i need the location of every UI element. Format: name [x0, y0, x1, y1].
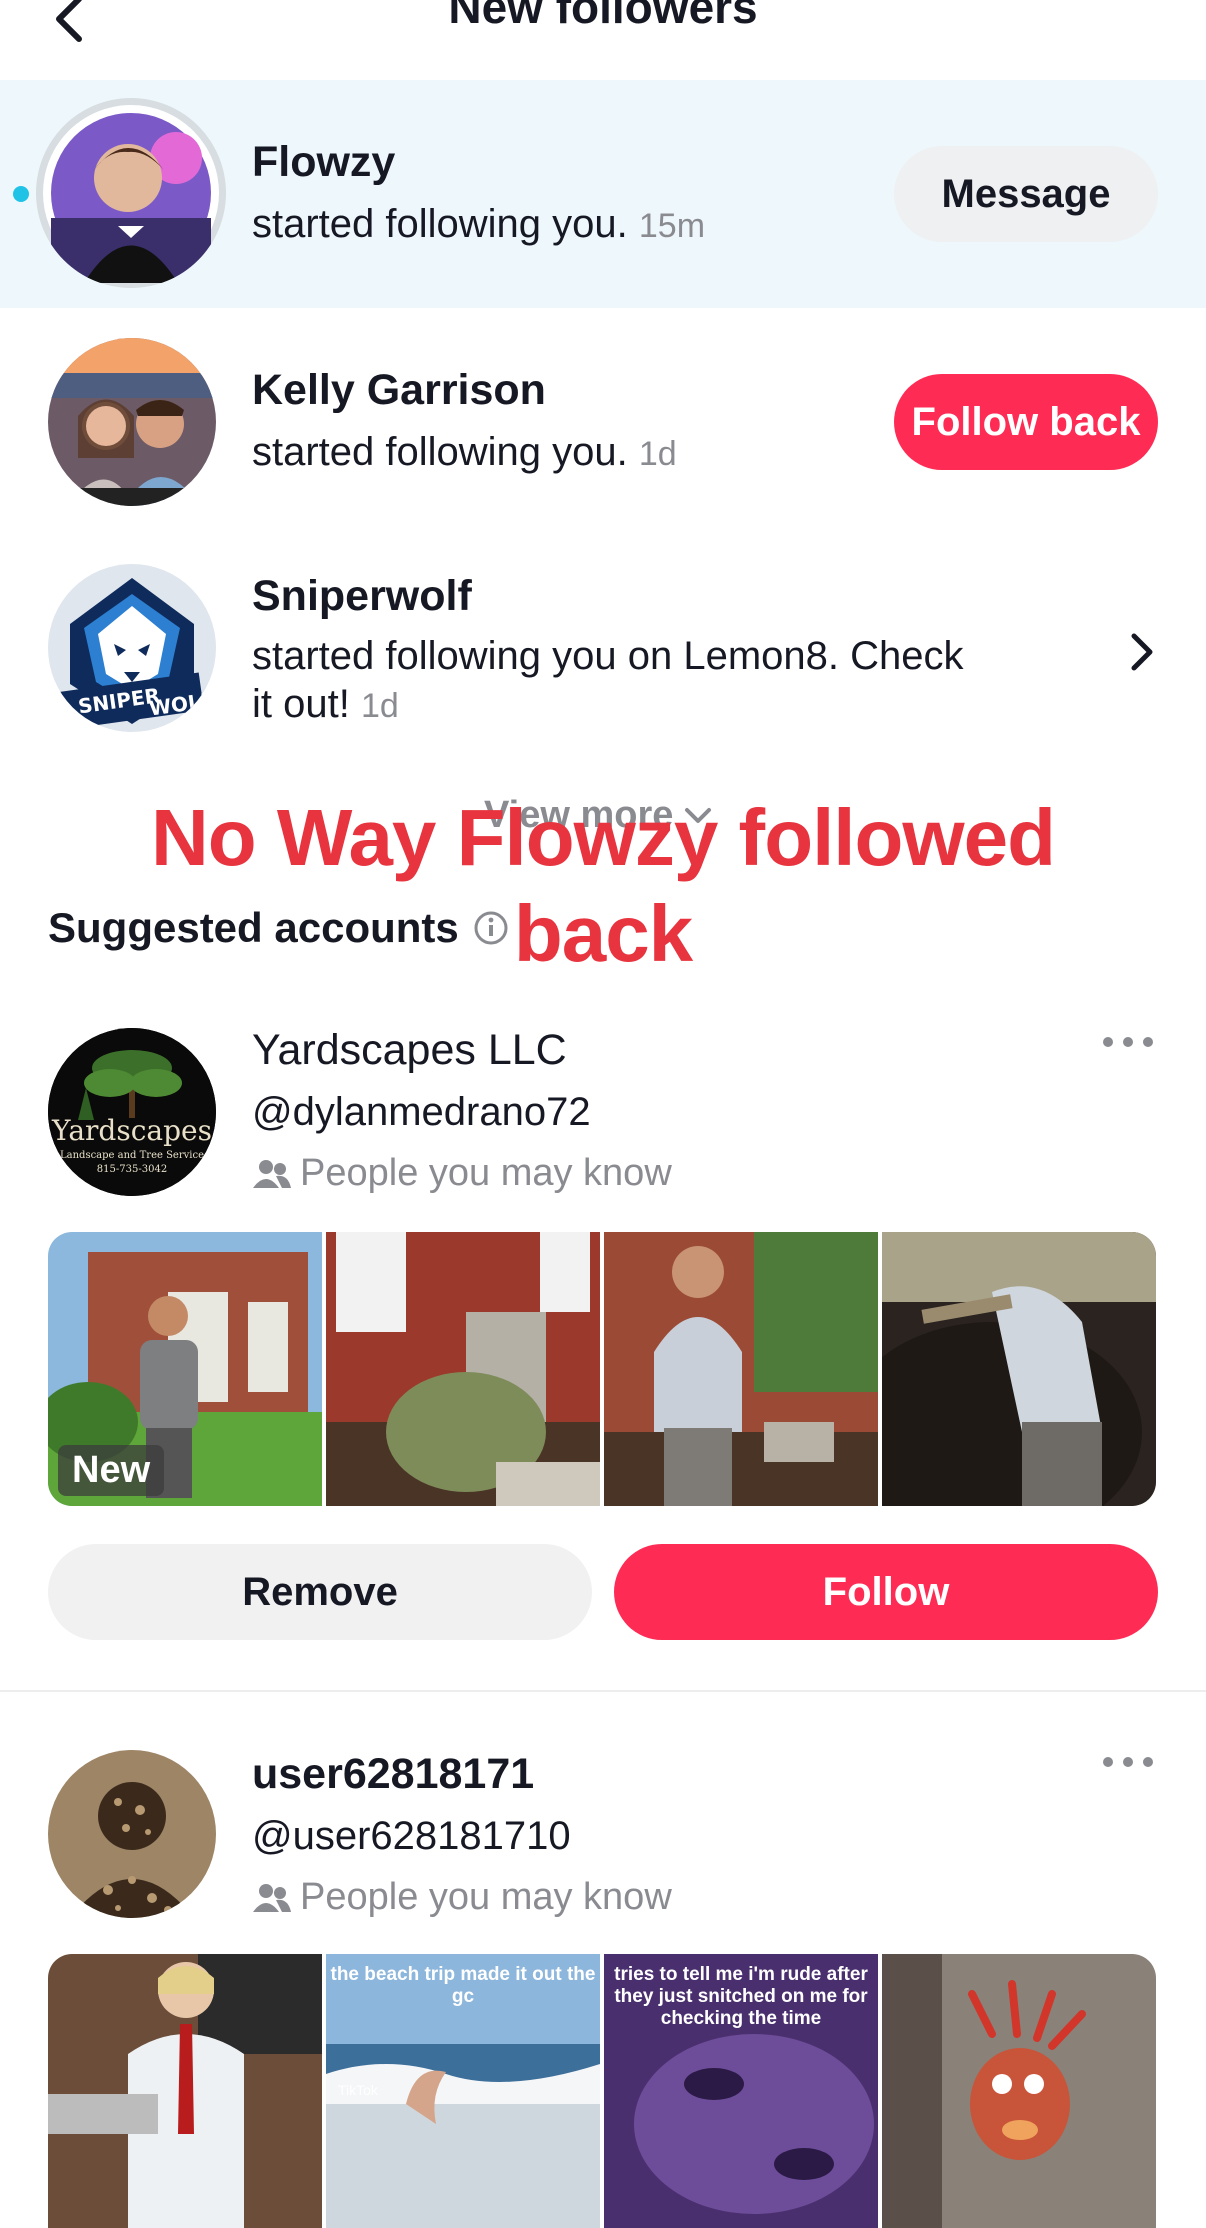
- video-thumbnail[interactable]: [882, 1954, 1156, 2228]
- follower-activity: started following you. 1d: [252, 428, 677, 478]
- mutual-reason: People you may know: [252, 1152, 672, 1195]
- follower-row-flowzy[interactable]: Flowzy started following you. 15m Messag…: [0, 80, 1206, 308]
- thumbnail-caption: tries to tell me i'm rude after they jus…: [614, 1964, 868, 2029]
- thumbnail-caption: the beach trip made it out the gc: [330, 1964, 596, 2007]
- more-options-icon[interactable]: [1100, 1034, 1156, 1055]
- overlay-caption: No Way Flowzy followed back: [60, 790, 1146, 982]
- follower-activity: started following you on Lemon8. Check i…: [252, 632, 1072, 730]
- svg-text:Yardscapes: Yardscapes: [51, 1114, 212, 1147]
- account-name[interactable]: Yardscapes LLC: [252, 1026, 567, 1075]
- header-bar: New followers: [0, 0, 1206, 78]
- tiktok-watermark: TikTok: [338, 2082, 378, 2098]
- more-options-icon[interactable]: [1100, 1754, 1156, 1775]
- activity-text-line1: started following you on Lemon8. Check: [252, 634, 964, 678]
- video-thumbnail[interactable]: [48, 1954, 322, 2228]
- follower-name[interactable]: Sniperwolf: [252, 572, 472, 621]
- overlay-line2: back: [513, 889, 693, 978]
- reason-text: People you may know: [300, 1152, 672, 1194]
- activity-time: 1d: [360, 687, 399, 725]
- video-thumbnail[interactable]: the beach trip made it out the gc TikTok: [326, 1954, 600, 2228]
- video-thumbnail[interactable]: [604, 1232, 878, 1506]
- video-thumbnails: New: [48, 1232, 1156, 1506]
- avatar[interactable]: [48, 1750, 216, 1918]
- video-thumbnail[interactable]: New: [48, 1232, 322, 1506]
- activity-time: 15m: [638, 207, 706, 245]
- account-name[interactable]: user62818171: [252, 1750, 534, 1799]
- video-thumbnail[interactable]: tries to tell me i'm rude after they jus…: [604, 1954, 878, 2228]
- follow-button[interactable]: Follow: [614, 1544, 1158, 1640]
- card-divider: [0, 1690, 1206, 1692]
- unread-dot: [13, 186, 29, 202]
- new-badge: New: [58, 1445, 165, 1496]
- people-icon: [253, 1159, 291, 1188]
- account-handle: @dylanmedrano72: [252, 1090, 591, 1134]
- avatar[interactable]: [48, 338, 216, 506]
- svg-text:815-735-3042: 815-735-3042: [97, 1164, 167, 1175]
- chevron-right-icon[interactable]: [1128, 630, 1158, 679]
- svg-text:Landscape and Tree Service: Landscape and Tree Service: [60, 1150, 204, 1161]
- activity-time: 1d: [638, 435, 677, 473]
- activity-text: started following you.: [252, 202, 628, 246]
- avatar[interactable]: SNIPER WOLF: [48, 564, 216, 732]
- follow-back-button[interactable]: Follow back: [894, 374, 1158, 470]
- video-thumbnail[interactable]: [326, 1232, 600, 1506]
- message-button[interactable]: Message: [894, 146, 1158, 242]
- avatar[interactable]: [36, 98, 226, 288]
- activity-text-line2: it out!: [252, 682, 350, 726]
- video-thumbnail[interactable]: [882, 1232, 1156, 1506]
- page-title: New followers: [448, 0, 758, 33]
- follower-activity: started following you. 15m: [252, 200, 705, 250]
- suggested-card-user62818171: user62818171 @user628181710 People you m…: [0, 1734, 1206, 2228]
- reason-text: People you may know: [300, 1876, 672, 1918]
- video-thumbnails: the beach trip made it out the gc TikTok…: [48, 1954, 1156, 2228]
- suggested-card-yardscapes: Yardscapes Landscape and Tree Service 81…: [0, 1010, 1206, 1690]
- follower-name[interactable]: Flowzy: [252, 138, 395, 187]
- follower-row-kelly[interactable]: Kelly Garrison started following you. 1d…: [0, 310, 1206, 532]
- overlay-line1: No Way Flowzy followed: [151, 793, 1056, 882]
- mutual-reason: People you may know: [252, 1876, 672, 1919]
- avatar[interactable]: Yardscapes Landscape and Tree Service 81…: [48, 1028, 216, 1196]
- follower-row-sniperwolf[interactable]: SNIPER WOLF Sniperwolf started following…: [0, 532, 1206, 762]
- people-icon: [253, 1883, 291, 1912]
- follower-name[interactable]: Kelly Garrison: [252, 366, 546, 415]
- activity-text: started following you.: [252, 430, 628, 474]
- remove-button[interactable]: Remove: [48, 1544, 592, 1640]
- account-handle: @user628181710: [252, 1814, 571, 1858]
